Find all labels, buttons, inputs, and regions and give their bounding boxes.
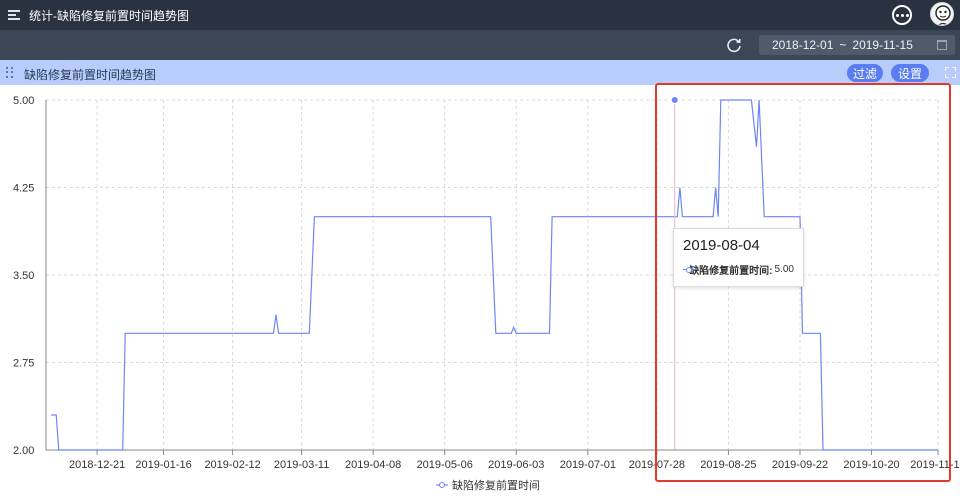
x-tick-label: 2019-08-25 (700, 459, 756, 471)
legend-label: 缺陷修复前置时间 (452, 478, 540, 492)
tooltip-value: 5.00 (774, 264, 794, 275)
x-tick-label: 2019-05-06 (417, 459, 473, 471)
x-tick-label: 2019-01-16 (135, 459, 191, 471)
x-tick-label: 2019-07-01 (560, 459, 616, 471)
x-tick-label: 2019-11-15 (910, 459, 960, 471)
panel-header: 缺陷修复前置时间趋势图 过滤 设置 (0, 60, 960, 85)
panel-title: 缺陷修复前置时间趋势图 (24, 68, 157, 82)
x-tick-label: 2019-04-08 (345, 459, 401, 471)
tooltip-series-label: 缺陷修复前置时间: (689, 266, 773, 277)
date-start: 2018-12-01 (772, 38, 834, 52)
x-tick-label: 2019-03-11 (274, 459, 329, 471)
calendar-icon[interactable] (937, 40, 947, 50)
top-bar: 统计-缺陷修复前置时间趋势图 (0, 0, 960, 30)
y-tick-label: 2.75 (13, 358, 34, 370)
user-avatar[interactable] (930, 2, 954, 26)
x-tick-label: 2019-09-22 (772, 459, 828, 471)
x-tick-label: 2019-07-28 (629, 459, 685, 471)
legend-marker-icon (439, 482, 445, 488)
date-toolbar: 2018-12-01 ~ 2019-11-15 (0, 30, 960, 60)
date-end: 2019-11-15 (852, 38, 913, 52)
x-tick-label: 2019-02-12 (204, 459, 260, 471)
settings-button[interactable]: 设置 (891, 64, 929, 82)
tooltip-date: 2019-08-04 (683, 237, 760, 254)
fullscreen-icon[interactable] (945, 67, 956, 78)
x-tick-label: 2019-10-20 (843, 459, 899, 471)
filter-button[interactable]: 过滤 (847, 64, 883, 82)
hamburger-menu-icon[interactable] (8, 10, 20, 20)
tooltip-series-row: 缺陷修复前置时间: 5.00 (683, 262, 794, 277)
date-range-picker[interactable]: 2018-12-01 ~ 2019-11-15 (759, 35, 955, 55)
y-tick-label: 5.00 (13, 95, 34, 107)
y-tick-label: 2.00 (13, 445, 34, 457)
app-title: 统计-缺陷修复前置时间趋势图 (29, 8, 189, 23)
x-tick-label: 2018-12-21 (69, 459, 125, 471)
series-marker-icon (683, 266, 696, 273)
highlight-point (670, 96, 679, 104)
chat-bubble-icon[interactable] (892, 5, 912, 25)
x-tick-label: 2019-06-03 (488, 459, 544, 471)
date-separator: ~ (839, 38, 847, 52)
user-avatar-icon (935, 5, 951, 25)
refresh-icon[interactable] (726, 37, 742, 53)
y-tick-label: 4.25 (13, 183, 34, 195)
trend-line-chart[interactable]: 2.00 2.75 3.50 4.25 5.00 2018-12-21 2019-01-16… (0, 85, 960, 500)
y-tick-label: 3.50 (13, 270, 34, 282)
chart-tooltip: 2019-08-04 缺陷修复前置时间: 5.00 (673, 228, 804, 287)
drag-handle-icon[interactable] (6, 67, 14, 78)
